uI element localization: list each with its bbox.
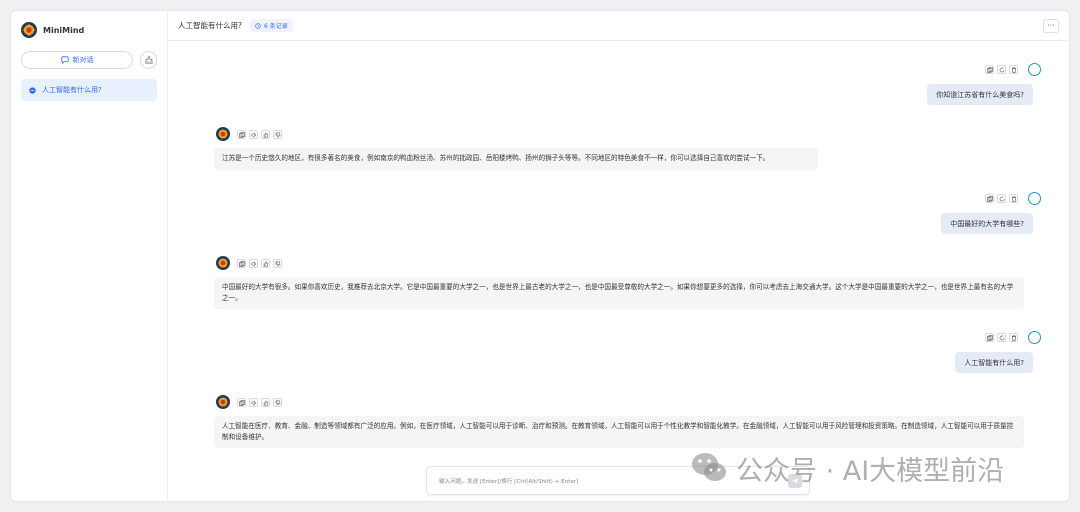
dislike-button[interactable] — [273, 259, 282, 268]
thumbs-up-icon — [263, 260, 268, 266]
thumbs-down-icon — [275, 132, 280, 138]
user-avatar-icon — [1028, 192, 1041, 205]
new-chat-button[interactable]: 新对话 — [21, 51, 133, 69]
sidebar: MiniMind 新对话 人工智能有什么用? — [11, 11, 168, 501]
delete-button[interactable] — [1009, 333, 1018, 342]
record-count-badge: 6 条记录 — [249, 19, 293, 32]
new-chat-label: 新对话 — [72, 56, 94, 64]
retry-button[interactable] — [997, 194, 1006, 203]
like-button[interactable] — [261, 130, 270, 139]
thumbs-down-icon — [275, 400, 280, 406]
refresh-icon — [999, 335, 1004, 340]
speak-button[interactable] — [249, 398, 258, 407]
trash-icon — [1011, 195, 1016, 202]
delete-button[interactable] — [1009, 65, 1018, 74]
assistant-message-bubble: 人工智能在医疗、教育、金融、制造等领域都有广泛的应用。例如，在医疗领域，人工智能… — [214, 416, 1024, 448]
copy-button[interactable] — [237, 130, 246, 139]
user-message-bubble: 中国最好的大学有哪些? — [941, 213, 1033, 234]
app-name: MiniMind — [43, 25, 85, 35]
input-placeholder: 输入问题。发送 [Enter]/换行 [Ctrl(Alt/Shift) + En… — [439, 479, 579, 485]
thumbs-up-icon — [263, 131, 268, 137]
copy-icon — [238, 131, 245, 138]
record-count-text: 6 条记录 — [263, 23, 288, 30]
conversation-title: 人工智能有什么用? — [42, 86, 102, 94]
minimind-logo-icon — [21, 22, 37, 38]
copy-icon — [986, 334, 993, 341]
assistant-message-bubble: 中国最好的大学有很多。如果你喜欢历史，我推荐去北京大学。它是中国最重要的大学之一… — [214, 277, 1024, 309]
user-message-bubble: 你知道江苏省有什么美食吗? — [927, 84, 1033, 105]
like-button[interactable] — [261, 259, 270, 268]
retry-button[interactable] — [997, 333, 1006, 342]
copy-icon — [238, 260, 245, 267]
speak-button[interactable] — [249, 259, 258, 268]
refresh-icon — [999, 196, 1004, 201]
message-toolbar — [985, 65, 1018, 74]
send-icon — [791, 478, 799, 485]
copy-icon — [986, 66, 993, 73]
trash-icon — [1011, 66, 1016, 73]
message-toolbar — [985, 194, 1018, 203]
sidebar-conversation-item[interactable]: 人工智能有什么用? — [21, 79, 157, 101]
copy-icon — [238, 399, 245, 406]
chat-bubble-icon — [29, 86, 36, 94]
user-avatar-icon — [1028, 331, 1041, 344]
chat-area: 你知道江苏省有什么美食吗? 江苏是一个历史悠久的地区，有很多著名的美食，例如南京… — [168, 41, 1069, 501]
bot-avatar-icon — [216, 395, 230, 409]
retry-button[interactable] — [997, 65, 1006, 74]
message-toolbar — [237, 259, 282, 268]
dislike-button[interactable] — [273, 130, 282, 139]
assistant-message-bubble: 江苏是一个历史悠久的地区，有很多著名的美食，例如南京的鸭血粉丝汤、苏州的拙政园、… — [214, 148, 818, 170]
message-toolbar — [985, 333, 1018, 342]
speaker-icon — [251, 131, 256, 138]
speak-button[interactable] — [249, 130, 258, 139]
refresh-icon — [999, 67, 1004, 72]
copy-button[interactable] — [985, 65, 994, 74]
message-toolbar — [237, 130, 282, 139]
more-options-button[interactable]: ··· — [1043, 19, 1059, 33]
thumbs-down-icon — [275, 261, 280, 267]
message-input[interactable]: 输入问题。发送 [Enter]/换行 [Ctrl(Alt/Shift) + En… — [426, 466, 810, 495]
clear-history-button[interactable] — [140, 51, 157, 69]
send-button[interactable] — [788, 474, 802, 488]
bot-avatar-icon — [216, 127, 230, 141]
brand: MiniMind — [21, 21, 84, 39]
copy-button[interactable] — [237, 259, 246, 268]
trash-icon — [1011, 334, 1016, 341]
like-button[interactable] — [261, 398, 270, 407]
chat-header: 人工智能有什么用? 6 条记录 ··· — [168, 11, 1069, 41]
dislike-button[interactable] — [273, 398, 282, 407]
user-avatar-icon — [1028, 63, 1041, 76]
copy-button[interactable] — [985, 194, 994, 203]
clock-icon — [255, 22, 261, 29]
delete-button[interactable] — [1009, 194, 1018, 203]
copy-icon — [986, 195, 993, 202]
broom-icon — [144, 56, 153, 64]
message-toolbar — [237, 398, 282, 407]
app-window: MiniMind 新对话 人工智能有什么用? 人工智能有什么用? 6 条记录 ·… — [10, 10, 1070, 502]
copy-button[interactable] — [237, 398, 246, 407]
chat-title: 人工智能有什么用? — [178, 21, 242, 30]
thumbs-up-icon — [263, 399, 268, 405]
bot-avatar-icon — [216, 256, 230, 270]
user-message-bubble: 人工智能有什么用? — [955, 352, 1033, 373]
speaker-icon — [251, 260, 256, 267]
speaker-icon — [251, 399, 256, 406]
copy-button[interactable] — [985, 333, 994, 342]
chat-bubble-icon — [60, 56, 69, 64]
